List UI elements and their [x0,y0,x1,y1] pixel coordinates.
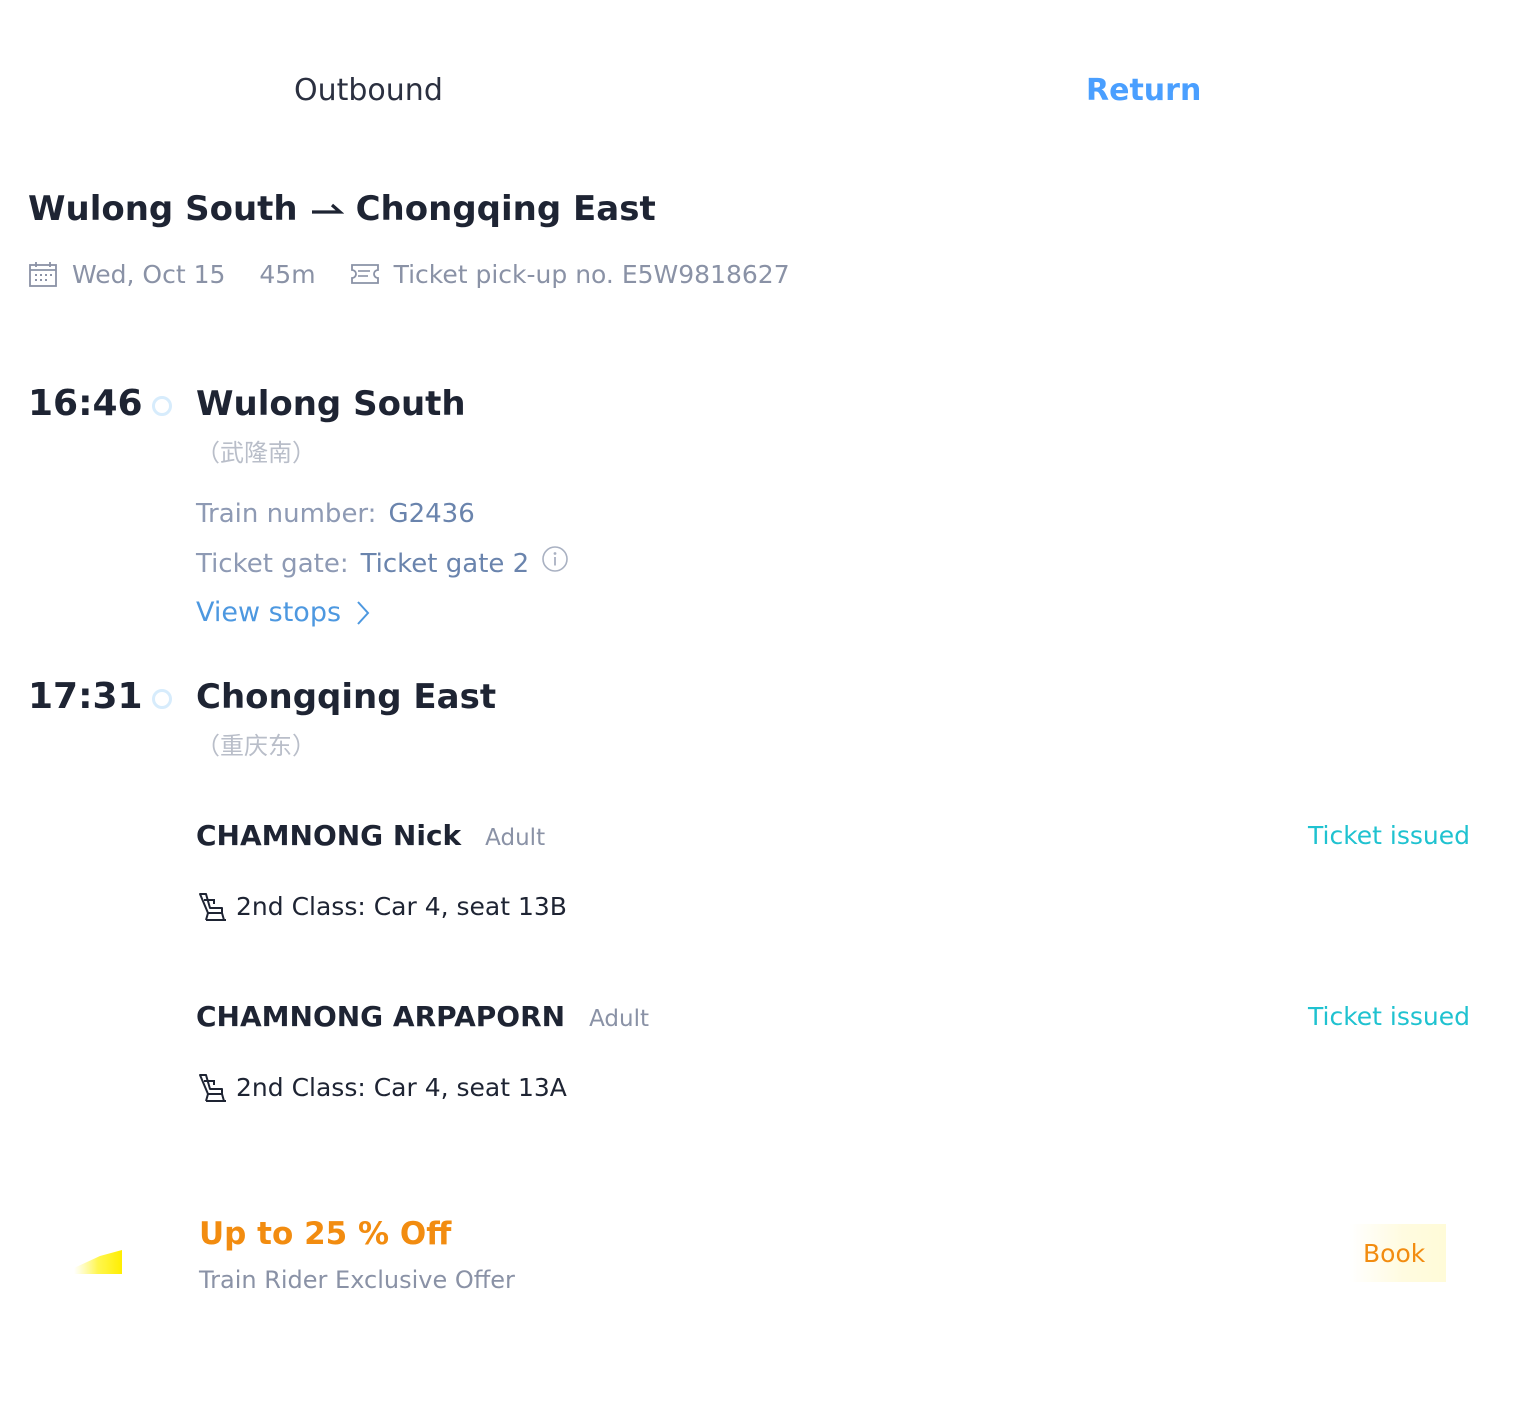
seat-info: 2nd Class: Car 4, seat 13A [196,1069,567,1107]
seat-icon [196,891,228,923]
seat-icon [196,1072,228,1104]
arrival-station: Chongqing East [196,677,497,717]
ticket-icon [350,262,380,286]
trip-date: Wed, Oct 15 [72,259,226,289]
route-from: Wulong South [28,189,298,229]
passenger-type: Adult [485,825,546,851]
departure-dot [152,396,172,416]
passenger-name-row: CHAMNONG ARPAPORN Adult [196,997,649,1039]
passenger-type: Adult [589,1006,650,1032]
passenger-name-row: CHAMNONG Nick Adult [196,816,545,858]
info-icon[interactable] [541,545,569,573]
arrival-dot [152,689,172,709]
route-to: Chongqing East [355,189,656,229]
tab-outbound[interactable]: Outbound [294,70,443,112]
book-button[interactable]: Book [1350,1224,1446,1282]
route-title: Wulong South Chongqing East [28,186,656,232]
promo-subtitle: Train Rider Exclusive Offer [199,1266,515,1294]
ticket-status: Ticket issued [1308,1002,1470,1031]
ticket-gate-value: Ticket gate 2 [360,549,530,579]
arrival-time: 17:31 [28,676,143,717]
ticket-gate-label: Ticket gate: [196,549,349,579]
calendar-icon [28,260,58,288]
departure-time: 16:46 [28,383,143,424]
view-stops-link[interactable]: View stops [196,594,371,632]
trip-meta: Wed, Oct 15 45m Ticket pick-up no. E5W98… [28,254,790,294]
train-number-value: G2436 [388,499,475,529]
arrival-station-cn: （重庆东） [196,732,316,760]
train-number-row: Train number: G2436 [196,496,475,532]
departure-station-cn: （武隆南） [196,439,316,467]
ticket-gate-row: Ticket gate: Ticket gate 2 [196,546,569,582]
arrow-right-icon [310,186,344,232]
tab-return[interactable]: Return [1086,70,1201,112]
promo-icon [70,1246,126,1278]
pickup-number: E5W9818627 [621,259,790,289]
trip-duration: 45m [259,259,316,289]
seat-info: 2nd Class: Car 4, seat 13B [196,888,567,926]
promo-title: Up to 25 % Off [199,1216,452,1252]
trip-details-page: Outbound Return Wulong South Chongqing E… [0,0,1528,1428]
passenger-name: CHAMNONG ARPAPORN [196,1000,566,1033]
seat-text: 2nd Class: Car 4, seat 13A [236,1073,567,1102]
seat-text: 2nd Class: Car 4, seat 13B [236,892,567,921]
train-number-label: Train number: [196,499,377,529]
chevron-right-icon [355,599,371,627]
departure-station: Wulong South [196,384,466,424]
ticket-status: Ticket issued [1308,821,1470,850]
passenger-name: CHAMNONG Nick [196,819,462,852]
view-stops-label: View stops [196,597,342,628]
pickup-label: Ticket pick-up no. [393,259,614,289]
